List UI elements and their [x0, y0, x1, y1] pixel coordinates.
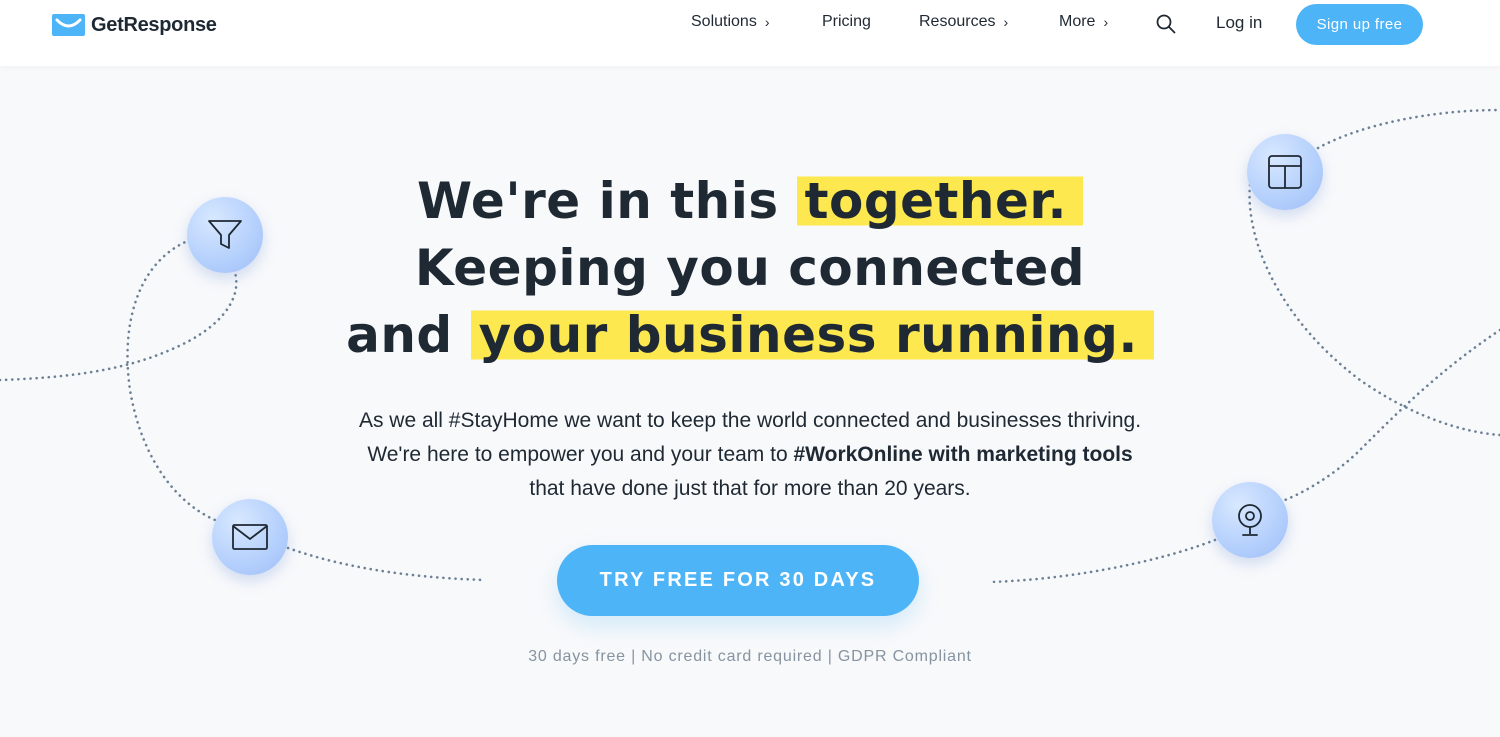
- subtitle-line-1: As we all #StayHome we want to keep the …: [358, 409, 1142, 432]
- search-icon[interactable]: [1155, 13, 1177, 35]
- nav-pricing-label: Pricing: [822, 13, 871, 30]
- headline-text: Keeping you connected: [414, 239, 1086, 297]
- chevron-right-icon: ›: [1103, 14, 1109, 30]
- trial-note: 30 days free | No credit card required |…: [528, 648, 972, 665]
- nav-more[interactable]: More ›: [1059, 13, 1108, 31]
- headline-line-1: We're in this together.: [0, 168, 1500, 235]
- nav-resources[interactable]: Resources ›: [919, 13, 1008, 31]
- envelope-bubble: [212, 499, 288, 575]
- headline-text: We're in this: [417, 172, 797, 230]
- nav-more-label: More: [1059, 13, 1096, 30]
- headline-highlight: together.: [796, 172, 1083, 230]
- headline-highlight: your business running.: [470, 306, 1154, 364]
- brand-logo[interactable]: GetResponse: [52, 12, 217, 38]
- nav-solutions-label: Solutions: [691, 13, 757, 30]
- hero-subtitle: As we all #StayHome we want to keep the …: [0, 404, 1500, 506]
- chevron-right-icon: ›: [764, 14, 770, 30]
- login-link[interactable]: Log in: [1216, 13, 1262, 33]
- try-free-button[interactable]: TRY FREE FOR 30 DAYS: [557, 545, 919, 616]
- signup-button[interactable]: Sign up free: [1296, 4, 1423, 45]
- headline-text: and: [346, 306, 471, 364]
- nav-resources-label: Resources: [919, 13, 996, 30]
- brand-name: GetResponse: [91, 13, 217, 36]
- nav-solutions[interactable]: Solutions ›: [691, 13, 770, 31]
- subtitle-text: We're here to empower you and your team …: [367, 443, 794, 466]
- webcam-icon: [1238, 504, 1262, 536]
- envelope-icon: [232, 524, 268, 550]
- nav-pricing[interactable]: Pricing: [822, 13, 871, 31]
- chevron-right-icon: ›: [1003, 14, 1009, 30]
- headline-line-3: and your business running.: [0, 302, 1500, 369]
- hero-headline: We're in this together. Keeping you conn…: [0, 168, 1500, 369]
- subtitle-line-3: that have done just that for more than 2…: [529, 477, 971, 500]
- subtitle-bold: #WorkOnline with marketing tools: [793, 443, 1133, 466]
- site-header: GetResponse Solutions › Pricing Resource…: [0, 0, 1500, 66]
- subtitle-line-2: We're here to empower you and your team …: [0, 438, 1500, 472]
- headline-line-2: Keeping you connected: [0, 235, 1500, 302]
- envelope-logo-icon: [52, 14, 85, 36]
